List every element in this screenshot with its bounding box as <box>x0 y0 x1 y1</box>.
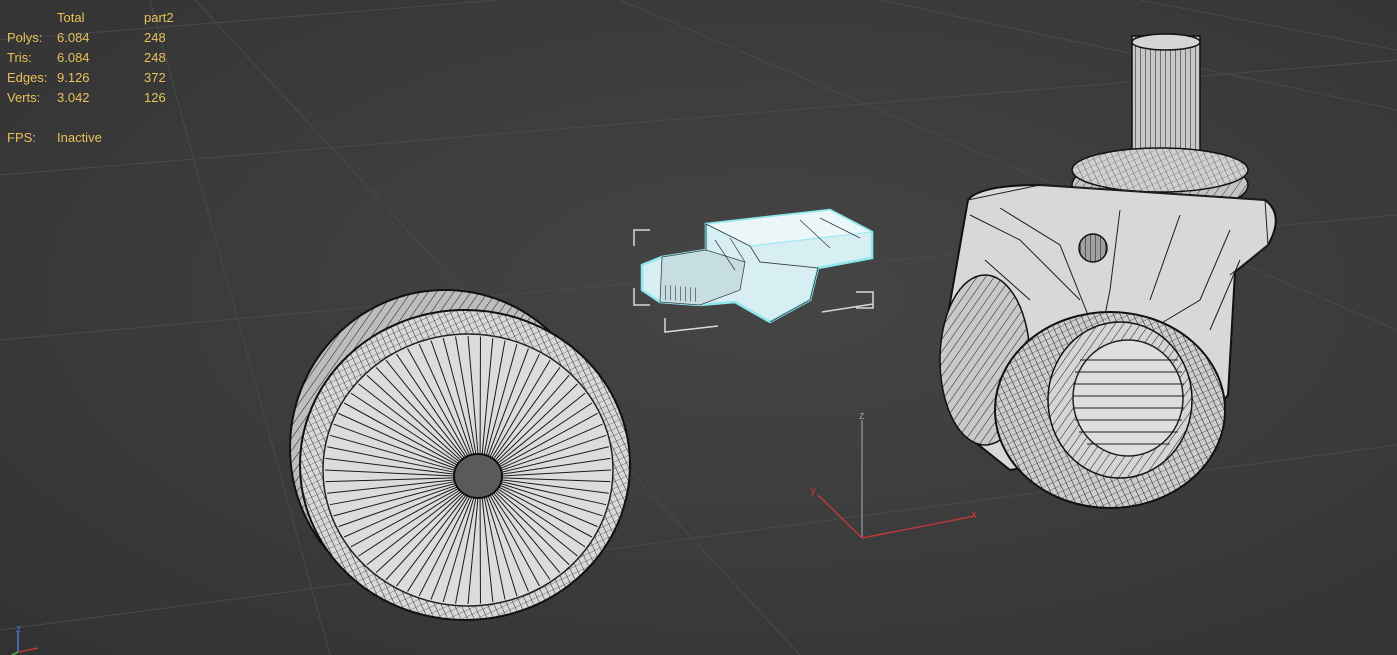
stats-header-selection: part2 <box>144 10 174 25</box>
stats-total-value: 9.126 <box>57 70 90 85</box>
wheel-mesh[interactable] <box>289 289 631 621</box>
world-axis-tripod: z <box>11 624 39 655</box>
viewport-statistics: Total part2 Polys: 6.084 248 Tris: 6.084… <box>7 8 204 148</box>
stats-label: Edges: <box>7 70 48 85</box>
stats-selection-value: 372 <box>144 70 166 85</box>
stats-header-row: Total part2 <box>7 8 204 28</box>
stats-row-fps: FPS: Inactive <box>7 128 204 148</box>
stats-selection-value: 248 <box>144 50 166 65</box>
stats-label: Polys: <box>7 30 43 45</box>
stats-label: Tris: <box>7 50 32 65</box>
stats-total-value: 3.042 <box>57 90 90 105</box>
gizmo-y-label: y <box>810 483 816 497</box>
stats-row-verts: Verts: 3.042 126 <box>7 88 204 108</box>
3d-viewport[interactable]: z x y Total part2 Polys: 6.084 248 Tris:… <box>0 0 1397 655</box>
stats-selection-value: 248 <box>144 30 166 45</box>
gizmo-x-label: x <box>971 507 977 521</box>
stats-row-polys: Polys: 6.084 248 <box>7 28 204 48</box>
caster-fork-mesh[interactable] <box>938 33 1277 509</box>
fps-label: FPS: <box>7 130 36 145</box>
stats-header-total: Total <box>57 10 85 25</box>
transform-gizmo[interactable]: z x y <box>810 410 977 539</box>
stats-row-edges: Edges: 9.126 372 <box>7 68 204 88</box>
stats-total-value: 6.084 <box>57 30 90 45</box>
stats-label: Verts: <box>7 90 41 105</box>
world-axis-z-label: z <box>16 624 21 635</box>
stats-row-tris: Tris: 6.084 248 <box>7 48 204 68</box>
viewport-scene[interactable]: z x y <box>0 0 1397 655</box>
stats-total-value: 6.084 <box>57 50 90 65</box>
part2-mesh-selected[interactable] <box>633 208 874 333</box>
fps-value: Inactive <box>57 130 102 145</box>
stats-selection-value: 126 <box>144 90 166 105</box>
gizmo-z-label: z <box>859 410 865 422</box>
